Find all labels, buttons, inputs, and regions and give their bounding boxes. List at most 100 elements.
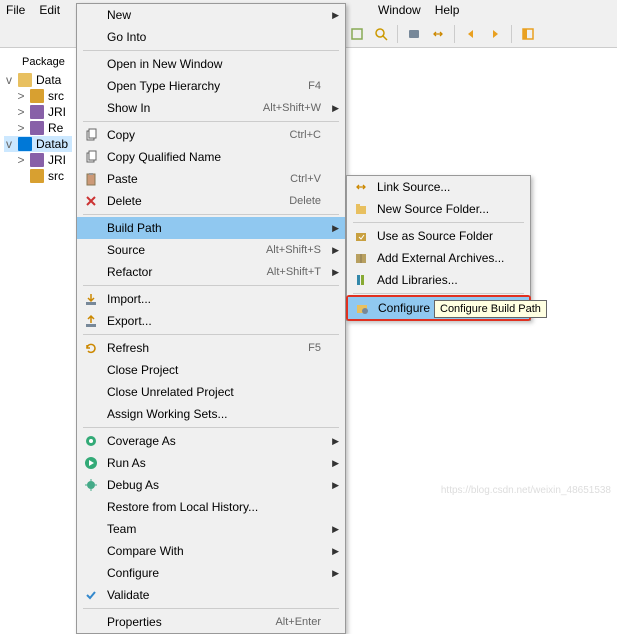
menu-item-label: Build Path [107, 221, 325, 235]
blank-icon [81, 78, 101, 94]
twisty-icon[interactable]: v [4, 73, 14, 87]
submenu-item-add-external-archives-[interactable]: Add External Archives... [347, 247, 530, 269]
submenu-arrow-icon: ▶ [332, 10, 339, 21]
menu-item-close-unrelated-project[interactable]: Close Unrelated Project [77, 381, 345, 403]
twisty-icon[interactable]: > [16, 153, 26, 167]
submenu-item-add-libraries-[interactable]: Add Libraries... [347, 269, 530, 291]
tree-item[interactable]: >Re [4, 120, 72, 136]
menu-item-label: Validate [107, 588, 325, 602]
menu-item-close-project[interactable]: Close Project [77, 359, 345, 381]
blank-icon [81, 7, 101, 23]
menu-item-validate[interactable]: Validate [77, 584, 345, 606]
menu-item-build-path[interactable]: Build Path▶ [77, 217, 345, 239]
blank-icon [81, 565, 101, 581]
blank-icon [81, 543, 101, 559]
tree-item-label: src [48, 169, 64, 183]
jre-icon [30, 105, 44, 119]
menu-item-import-[interactable]: Import... [77, 288, 345, 310]
menu-item-label: Delete [107, 194, 289, 208]
menu-item-label: Source [107, 243, 266, 257]
menu-item-assign-working-sets-[interactable]: Assign Working Sets... [77, 403, 345, 425]
shortcut-label: Ctrl+C [290, 129, 321, 141]
submenu-arrow-icon: ▶ [332, 546, 339, 557]
link-icon[interactable] [427, 23, 449, 45]
new-folder-icon [351, 201, 371, 217]
blank-icon [81, 56, 101, 72]
open-task-icon[interactable] [346, 23, 368, 45]
menu-edit[interactable]: Edit [39, 3, 60, 17]
folder-icon [18, 73, 32, 87]
menu-item-configure[interactable]: Configure▶ [77, 562, 345, 584]
menu-help[interactable]: Help [435, 3, 460, 17]
search-icon[interactable] [370, 23, 392, 45]
menu-item-copy-qualified-name[interactable]: Copy Qualified Name [77, 146, 345, 168]
menu-item-new[interactable]: New▶ [77, 4, 345, 26]
toggle-icon[interactable] [403, 23, 425, 45]
menu-item-team[interactable]: Team▶ [77, 518, 345, 540]
menu-item-label: Close Unrelated Project [107, 385, 325, 399]
copy-icon [81, 149, 101, 165]
submenu-item-new-source-folder-[interactable]: New Source Folder... [347, 198, 530, 220]
menu-item-run-as[interactable]: Run As▶ [77, 452, 345, 474]
menu-item-go-into[interactable]: Go Into [77, 26, 345, 48]
submenu-arrow-icon: ▶ [332, 436, 339, 447]
run-icon [81, 455, 101, 471]
menu-item-export-[interactable]: Export... [77, 310, 345, 332]
submenu-item-label: New Source Folder... [377, 202, 489, 216]
tree-item[interactable]: >src [4, 88, 72, 104]
submenu-item-label: Use as Source Folder [377, 229, 493, 243]
twisty-icon[interactable]: > [16, 89, 26, 103]
export-icon [81, 313, 101, 329]
shortcut-label: Ctrl+V [290, 173, 321, 185]
library-icon [351, 272, 371, 288]
menu-item-refactor[interactable]: RefactorAlt+Shift+T▶ [77, 261, 345, 283]
submenu-item-use-as-source-folder[interactable]: Use as Source Folder [347, 225, 530, 247]
shortcut-label: Alt+Enter [275, 616, 321, 628]
twisty-icon[interactable]: > [16, 121, 26, 135]
menu-window[interactable]: Window [378, 3, 421, 17]
context-menu: New▶ Go Into Open in New WindowOpen Type H… [76, 3, 346, 634]
menu-item-properties[interactable]: PropertiesAlt+Enter [77, 611, 345, 633]
blank-icon [81, 521, 101, 537]
menu-item-source[interactable]: SourceAlt+Shift+S▶ [77, 239, 345, 261]
menu-item-label: Debug As [107, 478, 325, 492]
tree-item[interactable]: src [4, 168, 72, 184]
blank-icon [81, 362, 101, 378]
menu-item-show-in[interactable]: Show InAlt+Shift+W▶ [77, 97, 345, 119]
blank-icon [81, 29, 101, 45]
menu-item-coverage-as[interactable]: Coverage As▶ [77, 430, 345, 452]
coverage-icon [81, 433, 101, 449]
tree-item[interactable]: >JRI [4, 104, 72, 120]
tree-item[interactable]: vDatab [4, 136, 72, 152]
menu-item-label: Copy Qualified Name [107, 150, 325, 164]
shortcut-label: Alt+Shift+T [267, 266, 321, 278]
blank-icon [81, 614, 101, 630]
menu-file[interactable]: File [6, 3, 25, 17]
shortcut-label: Delete [289, 195, 321, 207]
menu-item-copy[interactable]: CopyCtrl+C [77, 124, 345, 146]
menu-item-paste[interactable]: PasteCtrl+V [77, 168, 345, 190]
submenu-item-link-source-[interactable]: Link Source... [347, 176, 530, 198]
menu-item-compare-with[interactable]: Compare With▶ [77, 540, 345, 562]
validate-icon [81, 587, 101, 603]
forward-icon[interactable] [484, 23, 506, 45]
menu-item-open-in-new-window[interactable]: Open in New Window [77, 53, 345, 75]
twisty-icon[interactable]: v [4, 137, 14, 151]
menu-item-refresh[interactable]: RefreshF5 [77, 337, 345, 359]
tree-item[interactable]: >JRI [4, 152, 72, 168]
archive-icon [351, 250, 371, 266]
back-icon[interactable] [460, 23, 482, 45]
jre-icon [30, 153, 44, 167]
menu-item-delete[interactable]: DeleteDelete [77, 190, 345, 212]
menu-item-label: Assign Working Sets... [107, 407, 325, 421]
blank-icon [81, 406, 101, 422]
menu-item-debug-as[interactable]: Debug As ▶ [77, 474, 345, 496]
perspective-icon[interactable] [517, 23, 539, 45]
tree-item[interactable]: vData [4, 72, 72, 88]
menu-item-restore-from-local-history-[interactable]: Restore from Local History... [77, 496, 345, 518]
twisty-icon[interactable]: > [16, 105, 26, 119]
submenu-arrow-icon: ▶ [332, 480, 339, 491]
menu-item-open-type-hierarchy[interactable]: Open Type HierarchyF4 [77, 75, 345, 97]
menu-item-label: Go Into [107, 30, 325, 44]
shortcut-label: Alt+Shift+S [266, 244, 321, 256]
